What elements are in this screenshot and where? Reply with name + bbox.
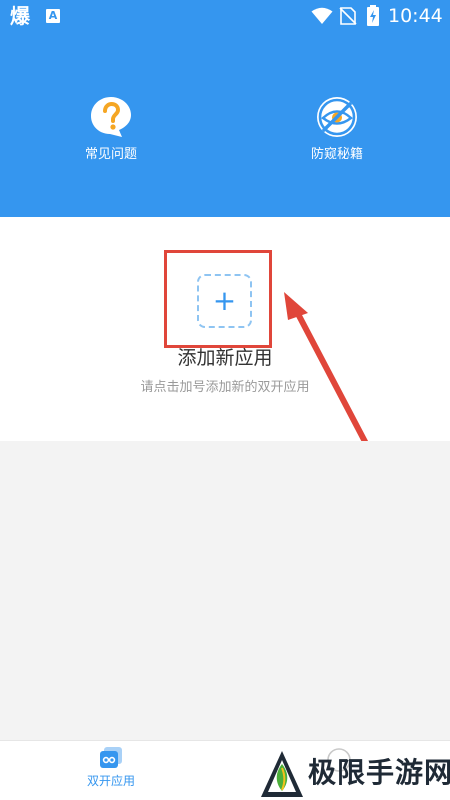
watermark-logo-icon: [261, 751, 303, 797]
faq-button[interactable]: 常见问题: [66, 95, 156, 163]
header-banner: 爆 A 10:44 常见问题 防窥秘籍: [0, 0, 450, 217]
add-app-hint: 请点击加号添加新的双开应用: [140, 380, 310, 395]
battery-charging-icon: [367, 5, 379, 26]
app-screen: 爆 A 10:44 常见问题 防窥秘籍 + 添加新应用 请点击加号添加新的双开应…: [0, 0, 450, 800]
anti-peek-label: 防窥秘籍: [310, 147, 363, 162]
watermark-text: 极限手游网: [308, 756, 450, 789]
add-app-section: + 添加新应用 请点击加号添加新的双开应用: [0, 217, 450, 441]
app-list-area: [0, 441, 450, 740]
app-notification-icon: 爆: [10, 4, 30, 28]
add-app-title: 添加新应用: [177, 347, 273, 369]
anti-peek-button[interactable]: 防窥秘籍: [292, 95, 382, 163]
plus-icon: +: [212, 284, 237, 317]
add-app-button[interactable]: +: [197, 274, 252, 328]
no-signal-icon: [339, 7, 357, 25]
a-notification-icon: A: [46, 9, 60, 23]
nav-dual-apps-label: 双开应用: [86, 774, 135, 788]
clock: 10:44: [388, 5, 443, 27]
question-bubble-icon: [91, 97, 131, 137]
status-bar: 爆 A 10:44: [0, 0, 450, 32]
watermark: 极限手游网: [258, 746, 450, 800]
dual-app-icon: [100, 747, 122, 768]
faq-label: 常见问题: [84, 147, 137, 162]
wifi-icon: [311, 7, 333, 24]
no-eye-icon: [317, 97, 357, 137]
nav-dual-apps[interactable]: 双开应用: [78, 746, 144, 789]
